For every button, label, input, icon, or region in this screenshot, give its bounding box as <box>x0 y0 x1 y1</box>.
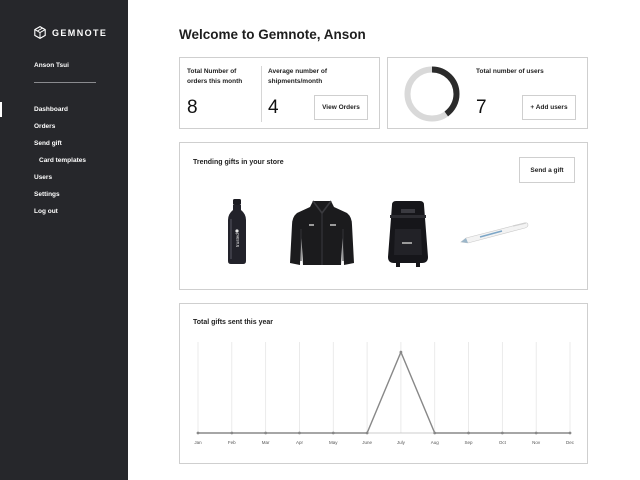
chart-data-point <box>534 431 538 435</box>
backpack-icon[interactable] <box>386 199 430 267</box>
total-users-value: 7 <box>476 97 487 118</box>
gifts-line-chart: Jan Feb Mar Apr May June July Aug Sep Oct Nov Dec <box>194 342 575 445</box>
avg-shipments-label: Average number of shipments/month <box>268 68 327 85</box>
chart-data-point <box>467 431 470 435</box>
gifts-chart-card: Total gifts sent this year Jan Feb Mar Apr M… <box>179 303 588 464</box>
chart-x-tick-label: Nov <box>532 440 541 445</box>
sidebar-nav: Dashboard Orders Send gift Card template… <box>0 101 128 220</box>
chart-x-tick-label: Aug <box>431 440 440 445</box>
trending-gifts-card: Trending gifts in your store Send a gift… <box>179 142 588 290</box>
chart-x-tick-label: May <box>329 440 338 445</box>
chart-x-tick-label: Feb <box>228 440 236 445</box>
chart-data-point <box>568 431 572 435</box>
view-orders-button[interactable]: View Orders <box>314 95 368 120</box>
sidebar-item-settings[interactable]: Settings <box>0 186 128 203</box>
chart-data-point <box>264 431 268 435</box>
chart-data-point <box>433 431 437 435</box>
sidebar-item-orders[interactable]: Orders <box>0 118 128 135</box>
chart-data-point <box>196 431 200 435</box>
sidebar-item-send-gift[interactable]: Send gift <box>0 135 128 152</box>
brand-name: GEMNOTE <box>52 27 108 38</box>
trending-title: Trending gifts in your store <box>193 159 284 166</box>
chart-x-tick-label: Jan <box>194 440 202 445</box>
chart-x-tick-label: July <box>397 440 406 445</box>
users-stats-card: Total number of users 7 + Add users <box>387 57 588 129</box>
chart-x-tick-label: June <box>362 440 372 445</box>
svg-text:trusted: trusted <box>235 233 240 247</box>
chart-x-tick-label: Oct <box>499 440 507 445</box>
avg-shipments-value: 4 <box>268 97 279 118</box>
total-orders-label: Total Number of orders this month <box>187 68 243 85</box>
chart-data-point <box>331 431 335 435</box>
chart-data-point <box>365 431 369 435</box>
add-users-button[interactable]: + Add users <box>522 95 576 120</box>
bottle-icon[interactable]: trusted <box>226 199 248 265</box>
sidebar-item-log-out[interactable]: Log out <box>0 203 128 220</box>
users-ring-icon <box>404 66 460 122</box>
chart-data-point <box>298 431 301 435</box>
chart-data-point <box>399 350 403 354</box>
brand-logo[interactable]: GEMNOTE <box>34 26 107 39</box>
sidebar-item-dashboard[interactable]: Dashboard <box>0 101 128 118</box>
sidebar-item-users[interactable]: Users <box>0 169 128 186</box>
chart-data-point <box>500 431 504 435</box>
stats-divider <box>261 66 262 122</box>
chart-x-tick-label: Dec <box>566 440 575 445</box>
orders-stats-card: Total Number of orders this month 8 Aver… <box>179 57 380 129</box>
chart-x-tick-label: Apr <box>296 440 304 445</box>
page-title: Welcome to Gemnote, Anson <box>179 27 366 42</box>
chart-x-tick-label: Mar <box>262 440 270 445</box>
pen-icon[interactable] <box>458 221 530 245</box>
user-name: Anson Tsui <box>34 62 69 69</box>
chart-series-line <box>198 350 570 434</box>
total-users-label: Total number of users <box>476 68 544 75</box>
chart-x-tick-label: Sep <box>465 440 474 445</box>
sidebar-item-card-templates[interactable]: Card templates <box>0 152 128 169</box>
send-gift-button[interactable]: Send a gift <box>519 157 575 183</box>
total-orders-value: 8 <box>187 97 198 118</box>
jacket-icon[interactable] <box>289 199 355 267</box>
chart-data-point <box>230 431 234 435</box>
user-divider <box>34 82 96 83</box>
gemnote-logo-icon <box>34 26 46 39</box>
sidebar: GEMNOTE Anson Tsui Dashboard Orders Send… <box>0 0 128 480</box>
